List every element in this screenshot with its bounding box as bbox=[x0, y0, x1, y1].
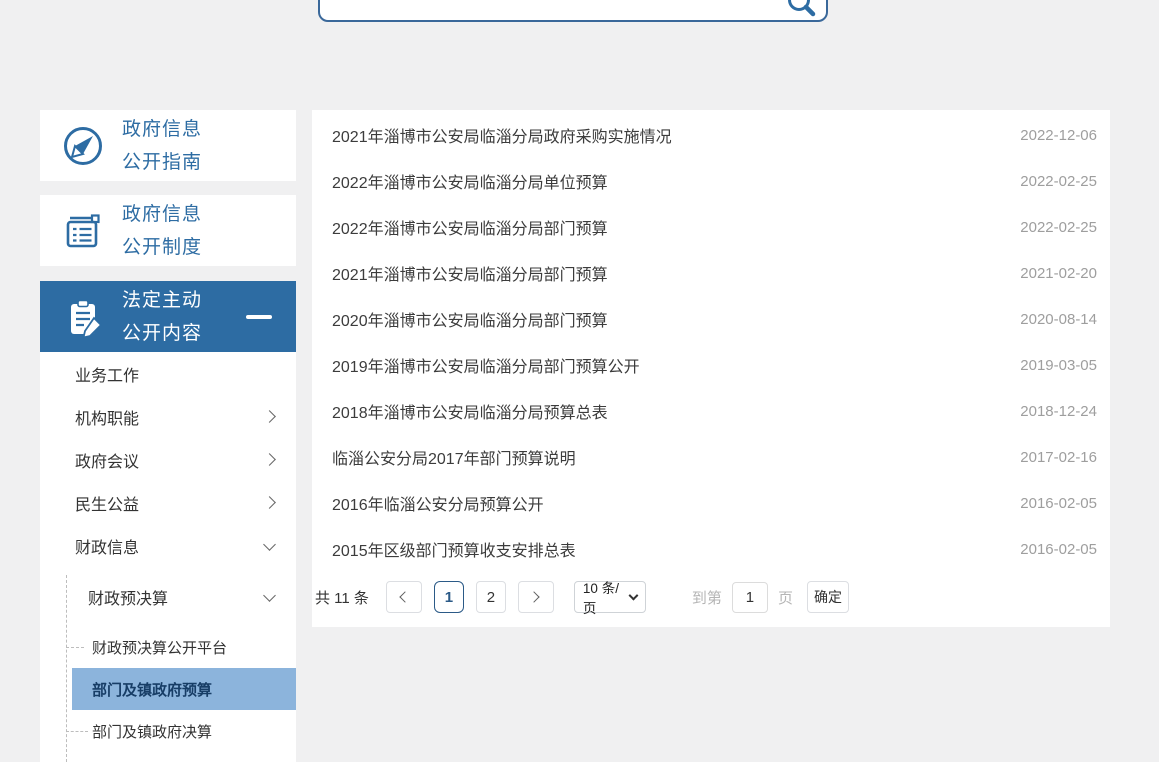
list-item[interactable]: 2022年淄博市公安局临淄分局单位预算 2022-02-25 bbox=[312, 158, 1110, 204]
document-date: 2016-02-05 bbox=[1020, 495, 1097, 512]
sidebar-card-system[interactable]: 政府信息 公开制度 bbox=[40, 195, 296, 266]
page-button-2[interactable]: 2 bbox=[476, 581, 506, 613]
book-icon bbox=[61, 209, 105, 253]
sidebar-item-budget-platform[interactable]: 财政预决算公开平台 bbox=[40, 626, 296, 668]
sidebar-card-label: 法定主动 公开内容 bbox=[122, 284, 202, 350]
document-date: 2021-02-20 bbox=[1020, 265, 1097, 282]
total-count: 共 11 条 bbox=[315, 587, 369, 608]
document-title: 2019年淄博市公安局临淄分局部门预算公开 bbox=[332, 353, 640, 377]
list-item[interactable]: 2022年淄博市公安局临淄分局部门预算 2022-02-25 bbox=[312, 204, 1110, 250]
list-item[interactable]: 2019年淄博市公安局临淄分局部门预算公开 2019-03-05 bbox=[312, 342, 1110, 388]
document-title: 2015年区级部门预算收支安排总表 bbox=[332, 537, 576, 561]
list-item[interactable]: 2020年淄博市公安局临淄分局部门预算 2020-08-14 bbox=[312, 296, 1110, 342]
list-item[interactable]: 2016年临淄公安分局预算公开 2016-02-05 bbox=[312, 480, 1110, 526]
sidebar-card-legal-disclosure[interactable]: 法定主动 公开内容 bbox=[40, 281, 296, 352]
document-title: 临淄公安分局2017年部门预算说明 bbox=[332, 445, 576, 469]
document-list-panel: 2021年淄博市公安局临淄分局政府采购实施情况 2022-12-06 2022年… bbox=[312, 110, 1110, 627]
menu-label: 政府会议 bbox=[75, 448, 139, 472]
sidebar-item-dept-town-budget[interactable]: 部门及镇政府预算 bbox=[72, 668, 296, 710]
collapse-minus-icon[interactable] bbox=[246, 315, 272, 319]
document-title: 2022年淄博市公安局临淄分局单位预算 bbox=[332, 169, 608, 193]
list-item[interactable]: 2018年淄博市公安局临淄分局预算总表 2018-12-24 bbox=[312, 388, 1110, 434]
chevron-left-icon bbox=[400, 591, 411, 602]
menu-label: 部门及镇政府决算 bbox=[92, 721, 212, 742]
document-title: 2021年淄博市公安局临淄分局部门预算 bbox=[332, 261, 608, 285]
sidebar-item-fiscal-budget[interactable]: 财政预决算 bbox=[40, 575, 296, 619]
chevron-right-icon bbox=[263, 453, 276, 466]
clipboard-pencil-icon bbox=[61, 295, 105, 339]
menu-label: 机构职能 bbox=[75, 405, 139, 429]
document-date: 2022-02-25 bbox=[1020, 219, 1097, 236]
page-size-select[interactable]: 10 条/页 bbox=[574, 581, 646, 613]
sidebar-item-dept-town-final-accounts[interactable]: 部门及镇政府决算 bbox=[40, 710, 296, 752]
chevron-down-icon bbox=[263, 538, 276, 551]
sidebar-card-label: 政府信息 公开指南 bbox=[122, 113, 202, 179]
sidebar-submenu-children: 财政预决算公开平台 部门及镇政府预算 部门及镇政府决算 bbox=[40, 626, 296, 752]
document-title: 2020年淄博市公安局临淄分局部门预算 bbox=[332, 307, 608, 331]
search-input[interactable] bbox=[332, 0, 772, 18]
menu-label: 财政预决算 bbox=[88, 585, 168, 609]
document-date: 2022-02-25 bbox=[1020, 173, 1097, 190]
chevron-right-icon bbox=[529, 591, 540, 602]
sidebar-item-business-work[interactable]: 业务工作 bbox=[40, 352, 296, 395]
prev-page-button[interactable] bbox=[386, 581, 422, 613]
page-size-value: 10 条/页 bbox=[583, 577, 630, 617]
list-item[interactable]: 2015年区级部门预算收支安排总表 2016-02-05 bbox=[312, 526, 1110, 572]
chevron-down-icon bbox=[263, 589, 276, 602]
menu-label: 财政预决算公开平台 bbox=[92, 637, 227, 658]
goto-page-input[interactable] bbox=[732, 582, 768, 613]
document-date: 2017-02-16 bbox=[1020, 449, 1097, 466]
document-date: 2020-08-14 bbox=[1020, 311, 1097, 328]
chevron-right-icon bbox=[263, 496, 276, 509]
search-icon[interactable] bbox=[786, 0, 816, 18]
document-title: 2018年淄博市公安局临淄分局预算总表 bbox=[332, 399, 608, 423]
sidebar-item-gov-meetings[interactable]: 政府会议 bbox=[40, 438, 296, 481]
sidebar-card-guide[interactable]: 政府信息 公开指南 bbox=[40, 110, 296, 181]
list-item[interactable]: 2021年淄博市公安局临淄分局政府采购实施情况 2022-12-06 bbox=[312, 112, 1110, 158]
goto-suffix-label: 页 bbox=[778, 587, 793, 608]
sidebar-item-fiscal-info[interactable]: 财政信息 bbox=[40, 524, 296, 567]
menu-label: 部门及镇政府预算 bbox=[92, 679, 212, 700]
sidebar-item-livelihood[interactable]: 民生公益 bbox=[40, 481, 296, 524]
list-item[interactable]: 2021年淄博市公安局临淄分局部门预算 2021-02-20 bbox=[312, 250, 1110, 296]
menu-label: 业务工作 bbox=[75, 362, 139, 386]
sidebar-item-org-functions[interactable]: 机构职能 bbox=[40, 395, 296, 438]
document-date: 2016-02-05 bbox=[1020, 541, 1097, 558]
document-date: 2019-03-05 bbox=[1020, 357, 1097, 374]
document-title: 2022年淄博市公安局临淄分局部门预算 bbox=[332, 215, 608, 239]
search-bar bbox=[318, 0, 828, 22]
document-title: 2021年淄博市公安局临淄分局政府采购实施情况 bbox=[332, 123, 672, 147]
document-date: 2022-12-06 bbox=[1020, 127, 1097, 144]
sidebar-card-label: 政府信息 公开制度 bbox=[122, 198, 202, 264]
menu-label: 财政信息 bbox=[75, 534, 139, 558]
document-title: 2016年临淄公安分局预算公开 bbox=[332, 491, 544, 515]
goto-page-group: 到第 页 确定 bbox=[692, 581, 849, 613]
confirm-button[interactable]: 确定 bbox=[807, 581, 849, 613]
menu-label: 民生公益 bbox=[75, 491, 139, 515]
sidebar-menu: 业务工作 机构职能 政府会议 民生公益 财政信息 财政预决算 财政预决算公开平台 bbox=[40, 352, 296, 762]
sidebar: 政府信息 公开指南 政府信息 公开制度 法定主动 公开内容 bbox=[40, 110, 296, 762]
document-date: 2018-12-24 bbox=[1020, 403, 1097, 420]
compass-icon bbox=[61, 124, 105, 168]
list-item[interactable]: 临淄公安分局2017年部门预算说明 2017-02-16 bbox=[312, 434, 1110, 480]
pagination-bar: 共 11 条 1 2 10 条/页 到第 页 确定 bbox=[312, 581, 1110, 613]
page-button-1[interactable]: 1 bbox=[434, 581, 464, 613]
chevron-right-icon bbox=[263, 410, 276, 423]
goto-prefix-label: 到第 bbox=[692, 587, 722, 608]
next-page-button[interactable] bbox=[518, 581, 554, 613]
